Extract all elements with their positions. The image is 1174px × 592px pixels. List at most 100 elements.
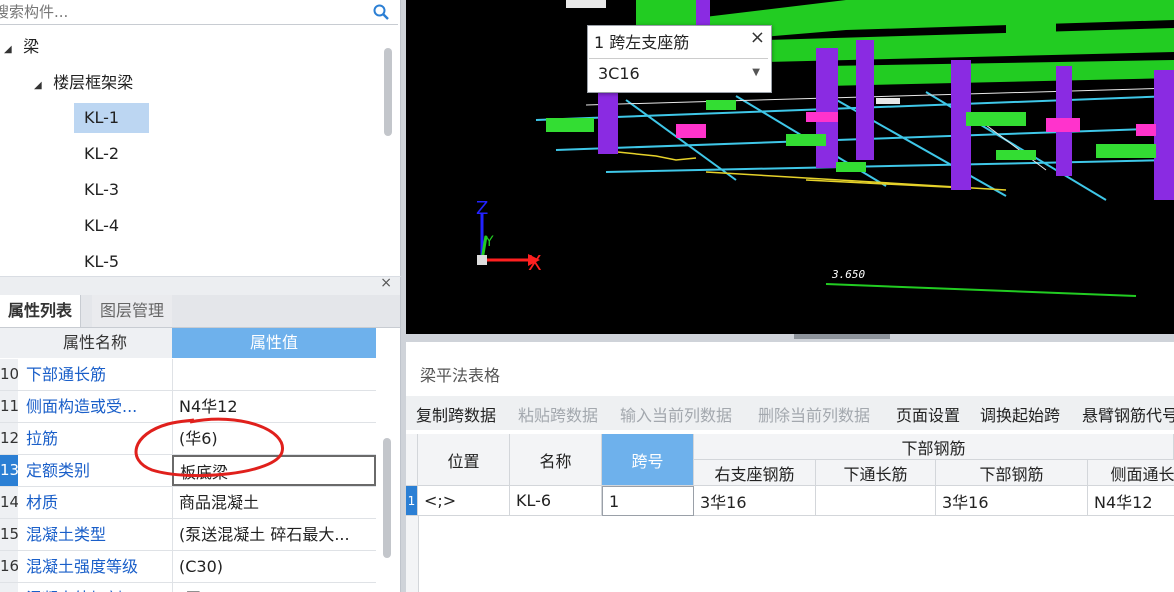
rebar-value-dropdown[interactable]: 3C16 ▼ <box>589 58 768 89</box>
property-scrollbar[interactable] <box>382 438 392 588</box>
row-number: 12 <box>0 423 18 454</box>
column-header-span: 跨号 <box>602 434 694 486</box>
property-name: 混凝土类型 <box>26 525 107 544</box>
tree-item-label: KL-4 <box>84 216 120 235</box>
property-tabs: 属性列表 图层管理 <box>0 295 401 328</box>
support-rebar-popup: 1 跨左支座筋 × 3C16 ▼ <box>587 25 772 93</box>
cell-right-support[interactable]: 3华16 <box>694 486 816 516</box>
property-value[interactable] <box>172 359 376 390</box>
tree-item-kl-4[interactable]: KL-4 <box>84 211 119 241</box>
tree-item-label: 梁 <box>23 37 40 56</box>
table-toolbar: 复制跨数据 粘贴跨数据 输入当前列数据 删除当前列数据 页面设置 调换起始跨 悬… <box>406 396 1174 430</box>
delete-column-data-button[interactable]: 删除当前列数据 <box>758 402 870 426</box>
tree-item-beam[interactable]: ◢ 梁 <box>4 32 39 62</box>
chevron-down-icon[interactable]: ▼ <box>752 67 760 78</box>
row-number: 13 <box>0 455 18 486</box>
popup-title: 1 跨左支座筋 <box>594 33 690 52</box>
panel-title: 梁平法表格 <box>420 366 501 385</box>
row-number-gutter <box>406 516 419 592</box>
tree-item-label: KL-5 <box>84 252 120 271</box>
component-tree-panel: ◢ 梁 ◢ 楼层框架梁 KL-1 KL-2 KL-3 KL-4 KL-5 <box>0 0 401 276</box>
cell-name[interactable]: KL-6 <box>510 486 602 516</box>
property-name: 材质 <box>26 493 59 512</box>
cell-span-active[interactable]: 1 <box>602 486 694 516</box>
property-value[interactable]: (泵送混凝土 碎石最大... <box>172 519 376 550</box>
axis-z-label: Z <box>476 198 488 219</box>
axis-x-label: X <box>528 251 542 275</box>
property-value[interactable]: (C30) <box>172 551 376 582</box>
scrollbar-thumb[interactable] <box>384 48 392 136</box>
copy-span-data-button[interactable]: 复制跨数据 <box>416 402 496 426</box>
row-number-header <box>406 434 418 486</box>
cantilever-rebar-code-button[interactable]: 悬臂钢筋代号 <box>1082 402 1174 426</box>
row-number[interactable]: 1 <box>406 486 418 516</box>
close-icon[interactable]: × <box>750 27 765 48</box>
property-value[interactable]: 商品混凝土 <box>172 487 376 518</box>
row-number: 14 <box>0 487 18 518</box>
beam-table-panel: 梁平法表格 复制跨数据 粘贴跨数据 输入当前列数据 删除当前列数据 页面设置 调… <box>406 342 1174 592</box>
column-header-value: 属性值 <box>172 328 376 358</box>
swap-start-span-button[interactable]: 调换起始跨 <box>980 402 1060 426</box>
property-name: 混凝土外加剂 <box>26 583 172 592</box>
tree-item-kl-2[interactable]: KL-2 <box>84 139 119 169</box>
property-panel-header: × <box>0 275 401 295</box>
search-bar <box>0 0 398 25</box>
property-row[interactable]: 14 材质 商品混凝土 <box>0 487 376 519</box>
cell-position[interactable]: <;> <box>418 486 510 516</box>
property-value[interactable]: (无) <box>172 583 376 592</box>
tree-item-label: 楼层框架梁 <box>53 73 134 92</box>
row-number: 17 <box>0 583 18 592</box>
panel-title-bar: 梁平法表格 <box>406 342 1174 394</box>
column-header-bottom-bar: 下部钢筋 <box>936 460 1088 486</box>
tree-item-label: KL-3 <box>84 180 120 199</box>
red-annotation-circle <box>134 417 284 478</box>
search-input[interactable] <box>0 0 356 24</box>
input-column-data-button[interactable]: 输入当前列数据 <box>620 402 732 426</box>
tab-layer-management[interactable]: 图层管理 <box>92 295 173 327</box>
splitter-grip[interactable] <box>794 334 890 339</box>
cell-side-through[interactable]: N4华12 <box>1088 486 1174 516</box>
property-row[interactable]: 17 混凝土外加剂 (无) <box>0 583 376 592</box>
collapse-triangle-icon[interactable]: ◢ <box>34 71 48 101</box>
row-number: 16 <box>0 551 18 582</box>
close-icon[interactable]: × <box>380 275 392 291</box>
tree-item-kl-5[interactable]: KL-5 <box>84 247 119 276</box>
column-header-bottom-through: 下通长筋 <box>816 460 936 486</box>
column-header-name: 属性名称 <box>18 328 172 358</box>
tree-scrollbar[interactable] <box>383 44 393 274</box>
tree-item-floor-frame-beam[interactable]: ◢ 楼层框架梁 <box>34 68 133 98</box>
paste-span-data-button[interactable]: 粘贴跨数据 <box>518 402 598 426</box>
property-row[interactable]: 15 混凝土类型 (泵送混凝土 碎石最大... <box>0 519 376 551</box>
cell-bottom-bar[interactable]: 3华16 <box>936 486 1088 516</box>
horizontal-splitter[interactable] <box>406 334 1174 342</box>
row-number: 10 <box>0 359 18 390</box>
tree-item-kl-1[interactable]: KL-1 <box>74 103 149 133</box>
property-row[interactable]: 10 下部通长筋 <box>0 359 376 391</box>
axis-y-label: Y <box>484 234 494 250</box>
row-number: 11 <box>0 391 18 422</box>
column-header-name: 名称 <box>510 434 602 486</box>
column-header-right-support: 右支座钢筋 <box>694 460 816 486</box>
column-group-bottom-rebar: 下部钢筋 <box>694 434 1174 460</box>
row-number: 15 <box>0 519 18 550</box>
tree-item-kl-3[interactable]: KL-3 <box>84 175 119 205</box>
dropdown-value: 3C16 <box>598 64 640 83</box>
search-icon[interactable] <box>372 3 390 21</box>
column-header-side-through: 侧面通长 <box>1088 460 1174 486</box>
scrollbar-thumb[interactable] <box>383 438 391 558</box>
property-name: 混凝土强度等级 <box>26 557 139 576</box>
property-name: 下部通长筋 <box>26 365 107 384</box>
row-number-header <box>0 328 18 358</box>
tab-property-list[interactable]: 属性列表 <box>0 295 82 327</box>
collapse-triangle-icon[interactable]: ◢ <box>4 35 18 65</box>
elevation-label: 3.650 <box>831 268 865 281</box>
tree-item-label: KL-1 <box>84 108 120 127</box>
tree-item-label: KL-2 <box>84 144 120 163</box>
3d-model-rendering: 3.650 Z Y X <box>476 0 1174 297</box>
column-header-position: 位置 <box>418 434 510 486</box>
page-setup-button[interactable]: 页面设置 <box>896 402 960 426</box>
3d-viewport[interactable]: 3.650 Z Y X <box>406 0 1174 334</box>
beam-data-grid: 位置 名称 跨号 下部钢筋 右支座钢筋 下通长筋 下部钢筋 侧面通长 1 <;>… <box>406 434 1174 592</box>
property-row[interactable]: 16 混凝土强度等级 (C30) <box>0 551 376 583</box>
cell-bottom-through[interactable] <box>816 486 936 516</box>
